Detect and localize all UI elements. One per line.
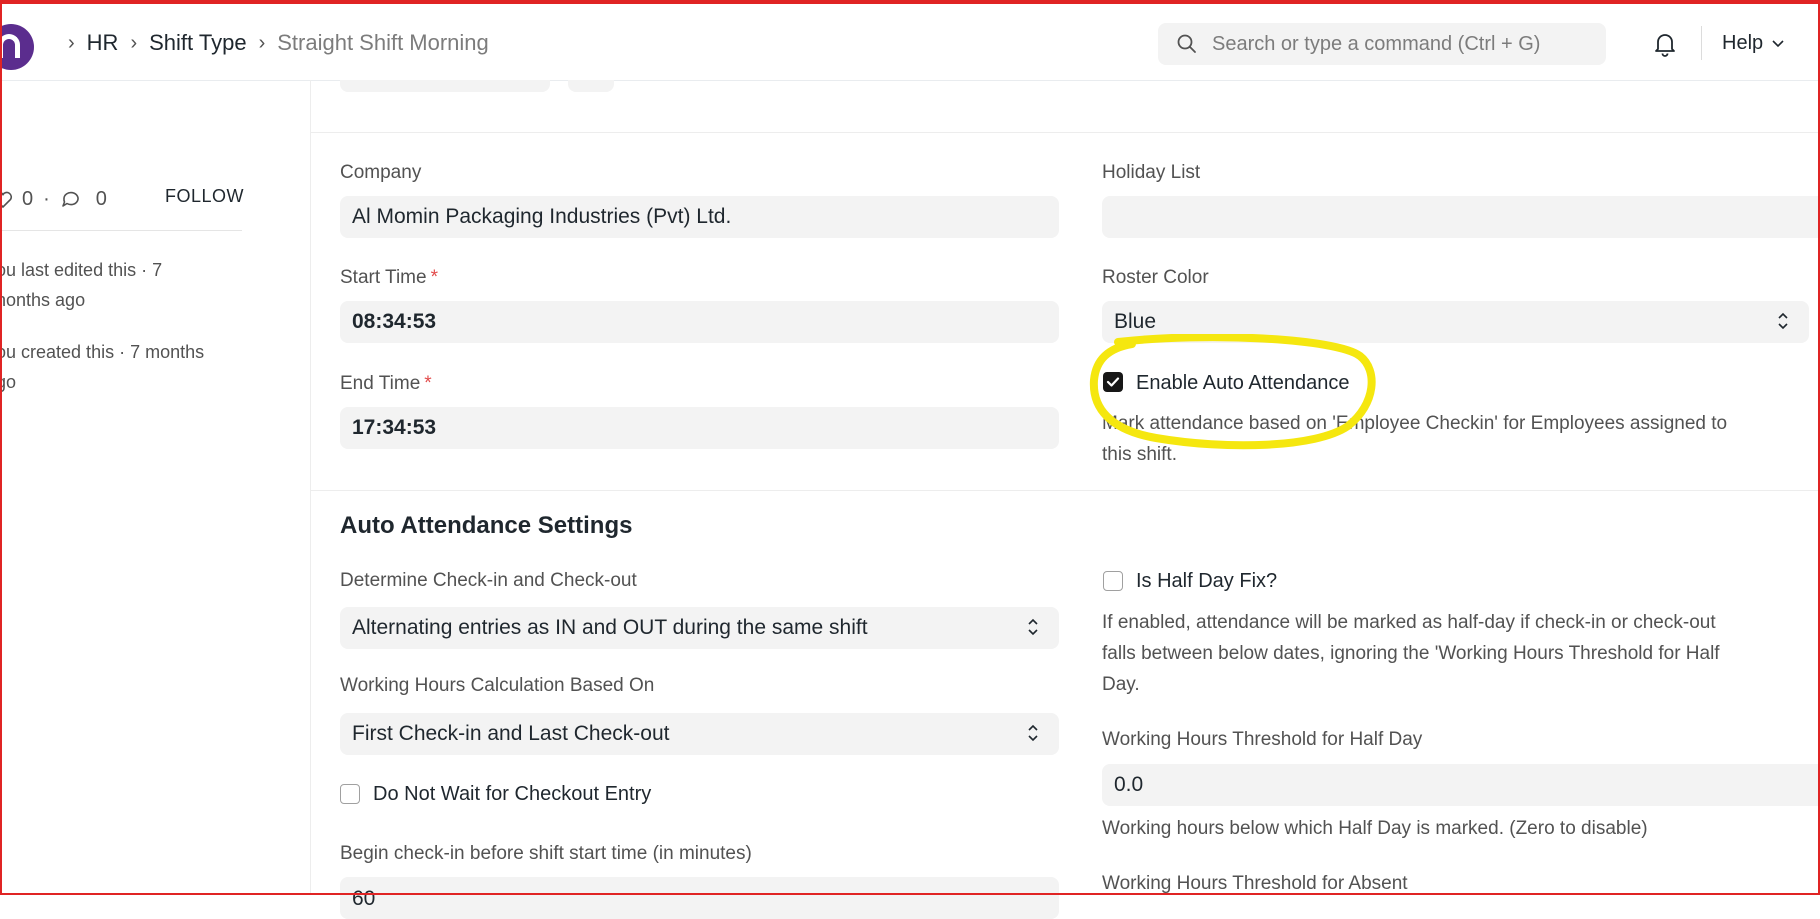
end-time-field[interactable]: 17:34:53 xyxy=(340,407,1059,449)
begin-checkin-label: Begin check-in before shift start time (… xyxy=(340,843,752,864)
checkmark-icon xyxy=(1106,377,1120,387)
select-arrows-icon xyxy=(1027,616,1039,638)
begin-checkin-value: 60 xyxy=(352,887,376,910)
threshold-half-day-description: Working hours below which Half Day is ma… xyxy=(1102,818,1648,839)
threshold-half-day-field[interactable]: 0.0 xyxy=(1102,764,1820,806)
threshold-absent-label: Working Hours Threshold for Absent xyxy=(1102,873,1408,894)
start-time-field[interactable]: 08:34:53 xyxy=(340,301,1059,343)
enable-auto-attendance-description: Mark attendance based on 'Employee Check… xyxy=(1102,408,1820,470)
company-label: Company xyxy=(340,162,422,183)
end-time-value: 17:34:53 xyxy=(352,416,437,439)
comments-count: 0 xyxy=(95,187,107,210)
select-arrows-icon xyxy=(1777,310,1789,332)
search-input[interactable] xyxy=(1210,31,1594,57)
section-title-auto-attendance[interactable]: Auto Attendance Settings xyxy=(340,512,632,540)
section-divider xyxy=(311,490,1820,491)
timeline-item-edited: ou last edited this · 7 nonths ago xyxy=(0,255,246,315)
start-time-value: 08:34:53 xyxy=(352,310,437,333)
determine-checkin-label: Determine Check-in and Check-out xyxy=(340,570,637,591)
timeline-item-created: ou created this · 7 months go xyxy=(0,337,246,397)
threshold-half-day-value: 0.0 xyxy=(1114,773,1144,796)
sidebar-divider xyxy=(0,230,242,231)
start-time-label-text: Start Time xyxy=(340,267,427,288)
start-time-label: Start Time * xyxy=(340,267,438,289)
search-icon xyxy=(1176,33,1198,55)
likes-count: 0 xyxy=(22,187,34,210)
is-half-day-fix-label[interactable]: Is Half Day Fix? xyxy=(1136,570,1277,593)
help-dropdown[interactable]: Help xyxy=(1722,32,1785,55)
form-sidebar: 0 · 0 FOLLOW ou last edited this · 7 non… xyxy=(0,80,311,895)
roster-color-value: Blue xyxy=(1114,310,1157,333)
working-hours-calc-label: Working Hours Calculation Based On xyxy=(340,675,655,696)
chevron-down-icon xyxy=(1771,36,1785,52)
threshold-half-day-label: Working Hours Threshold for Half Day xyxy=(1102,729,1423,750)
description-line: If enabled, attendance will be marked as… xyxy=(1102,612,1716,633)
top-navbar: › HR › Shift Type › Straight Shift Morni… xyxy=(0,0,1820,81)
determine-checkin-select[interactable]: Alternating entries as IN and OUT during… xyxy=(340,607,1059,649)
timeline-text: ou last edited this · 7 xyxy=(0,260,163,280)
notification-bell-icon[interactable] xyxy=(1652,30,1678,58)
select-arrows-icon xyxy=(1027,722,1039,744)
enable-auto-attendance-checkbox[interactable] xyxy=(1103,372,1123,392)
help-label: Help xyxy=(1722,32,1764,54)
comment-icon[interactable] xyxy=(60,188,82,210)
chevron-right-icon: › xyxy=(68,31,75,54)
description-line: Day. xyxy=(1102,674,1140,695)
description-line: this shift. xyxy=(1102,444,1177,465)
shift-type-form: Company Al Momin Packaging Industries (P… xyxy=(311,80,1820,919)
determine-checkin-value: Alternating entries as IN and OUT during… xyxy=(352,616,868,639)
cut-off-field xyxy=(568,80,614,92)
roster-color-label: Roster Color xyxy=(1102,267,1209,288)
do-not-wait-checkout-label[interactable]: Do Not Wait for Checkout Entry xyxy=(373,783,651,806)
dot-separator: · xyxy=(43,187,50,210)
description-line: falls between below dates, ignoring the … xyxy=(1102,643,1720,664)
awesomebar[interactable] xyxy=(1158,23,1606,65)
company-value: Al Momin Packaging Industries (Pvt) Ltd. xyxy=(352,205,732,228)
timeline-text: nonths ago xyxy=(0,290,86,310)
company-field[interactable]: Al Momin Packaging Industries (Pvt) Ltd. xyxy=(340,196,1059,238)
cut-off-field xyxy=(340,80,550,92)
do-not-wait-checkout-checkbox[interactable] xyxy=(340,784,360,804)
enable-auto-attendance-label[interactable]: Enable Auto Attendance xyxy=(1136,372,1350,395)
timeline-text: go xyxy=(0,372,17,392)
is-half-day-fix-description: If enabled, attendance will be marked as… xyxy=(1102,607,1820,700)
breadcrumb-current: Straight Shift Morning xyxy=(277,30,489,55)
breadcrumb-shift-type[interactable]: Shift Type xyxy=(149,30,246,56)
end-time-label: End Time * xyxy=(340,373,432,395)
working-hours-calc-value: First Check-in and Last Check-out xyxy=(352,722,670,745)
holiday-list-label: Holiday List xyxy=(1102,162,1201,183)
timeline-text: ou created this · 7 months xyxy=(0,342,205,362)
section-divider xyxy=(311,132,1820,133)
holiday-list-field[interactable] xyxy=(1102,196,1820,238)
breadcrumb-hr[interactable]: HR xyxy=(87,30,119,56)
is-half-day-fix-checkbox[interactable] xyxy=(1103,571,1123,591)
app-logo[interactable] xyxy=(0,24,34,70)
description-line: Mark attendance based on 'Employee Check… xyxy=(1102,413,1728,434)
required-mark: * xyxy=(424,373,432,394)
heart-icon[interactable] xyxy=(0,188,14,210)
end-time-label-text: End Time xyxy=(340,373,421,394)
chevron-right-icon: › xyxy=(258,31,266,54)
roster-color-select[interactable]: Blue xyxy=(1102,301,1809,343)
logo-mark xyxy=(0,34,20,58)
required-mark: * xyxy=(430,267,438,288)
working-hours-calc-select[interactable]: First Check-in and Last Check-out xyxy=(340,713,1059,755)
follow-button[interactable]: FOLLOW xyxy=(165,186,244,207)
navbar-divider xyxy=(1701,26,1702,60)
breadcrumb: › HR › Shift Type › Straight Shift Morni… xyxy=(56,30,489,56)
chevron-right-icon: › xyxy=(130,31,138,54)
begin-checkin-field[interactable]: 60 xyxy=(340,877,1059,919)
